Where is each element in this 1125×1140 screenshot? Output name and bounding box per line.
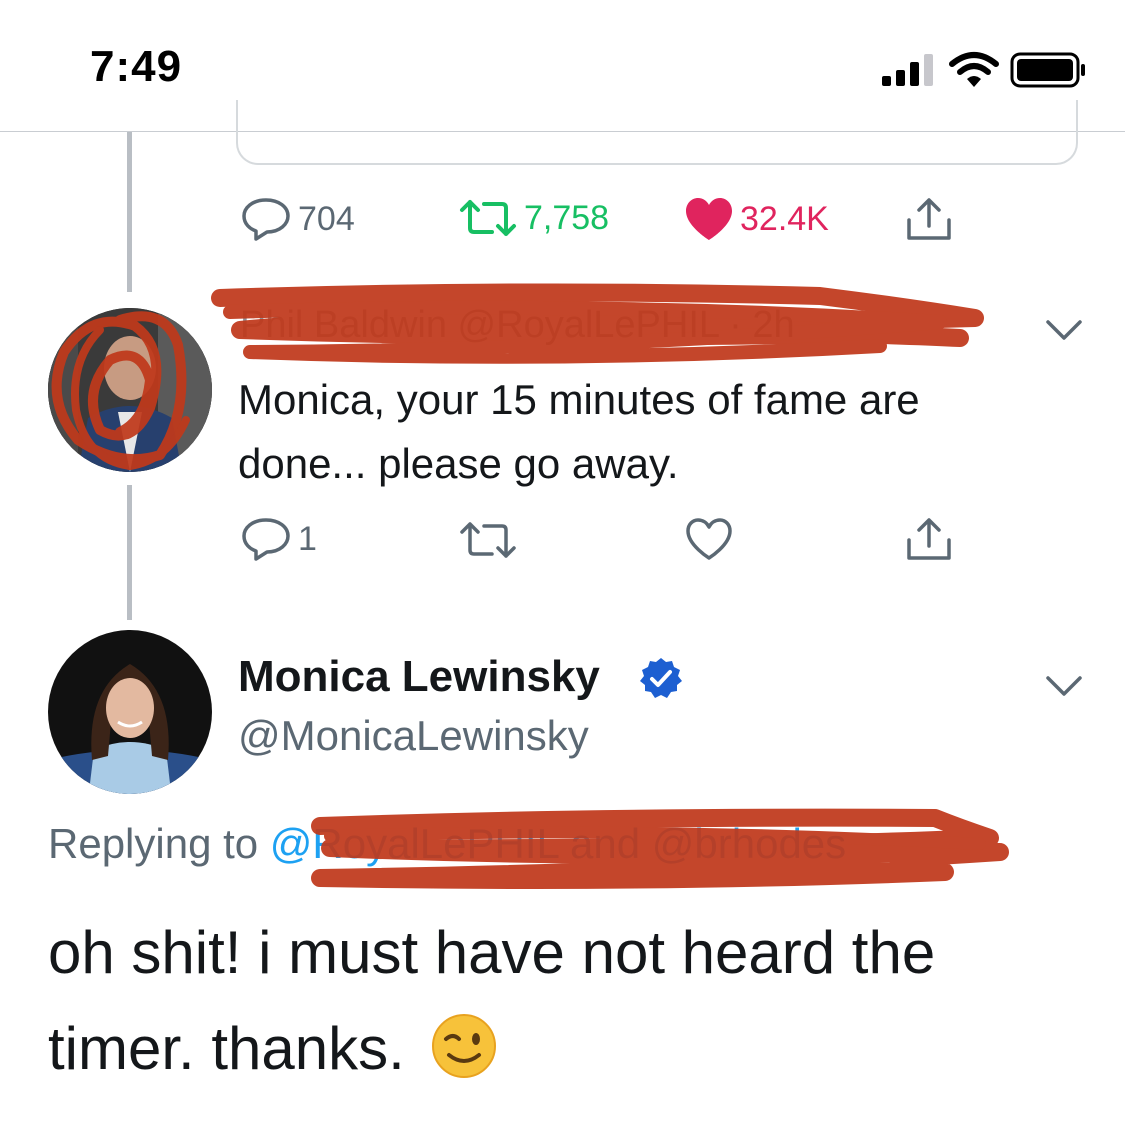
chevron-down-icon[interactable]	[1044, 318, 1084, 342]
reply-icon	[242, 198, 290, 241]
heart-outline-icon	[686, 518, 732, 560]
share-icon	[907, 198, 951, 240]
retweet-icon	[460, 522, 516, 558]
reply-tweet-like-action[interactable]	[684, 516, 734, 562]
main-author-avatar[interactable]	[48, 630, 212, 794]
like-action[interactable]: 32.4K	[684, 196, 829, 242]
replying-to: Replying to @RoyalLePHIL and @brhodes	[48, 820, 846, 868]
main-tweet-text: oh shit! i must have not heard the timer…	[48, 905, 1068, 1097]
reply-author-header[interactable]: Phil Baldwin @RoyalLePHIL · 2h	[240, 304, 795, 347]
reply-author-avatar[interactable]	[48, 308, 212, 472]
reply-tweet-share-action[interactable]	[904, 516, 954, 562]
main-author-handle[interactable]: @MonicaLewinsky	[238, 712, 589, 760]
retweet-action[interactable]: 7,758	[458, 198, 609, 238]
verified-badge-icon	[640, 658, 682, 698]
like-count: 32.4K	[740, 199, 829, 238]
status-time: 7:49	[90, 42, 183, 91]
reply-tweet-reply-count: 1	[298, 519, 317, 558]
replying-to-prefix: Replying to	[48, 820, 270, 867]
replying-to-mentions[interactable]: @RoyalLePHIL and @brhodes	[270, 820, 846, 867]
retweet-count: 7,758	[524, 198, 610, 237]
chevron-down-icon[interactable]	[1044, 674, 1084, 698]
status-icons	[882, 52, 1085, 88]
share-icon	[907, 518, 951, 560]
share-action[interactable]	[904, 196, 954, 242]
battery-icon	[1010, 52, 1085, 88]
thread-line-middle	[127, 485, 132, 620]
thread-line-top	[127, 132, 132, 292]
reply-tweet-text: Monica, your 15 minutes of fame are done…	[238, 376, 920, 487]
reply-tweet-reply-action[interactable]: 1	[240, 516, 317, 562]
cellular-signal-icon	[882, 54, 933, 86]
wifi-icon	[949, 52, 999, 87]
reply-action[interactable]: 704	[240, 196, 355, 242]
reply-icon	[242, 518, 290, 561]
quoted-tweet-card[interactable]	[236, 100, 1078, 165]
main-author-name[interactable]: Monica Lewinsky	[238, 652, 600, 702]
retweet-icon	[460, 200, 516, 236]
reply-count: 704	[298, 199, 355, 238]
winking-face-emoji-icon	[432, 1014, 497, 1078]
reply-tweet-retweet-action[interactable]	[458, 520, 518, 560]
heart-filled-icon	[686, 198, 732, 240]
